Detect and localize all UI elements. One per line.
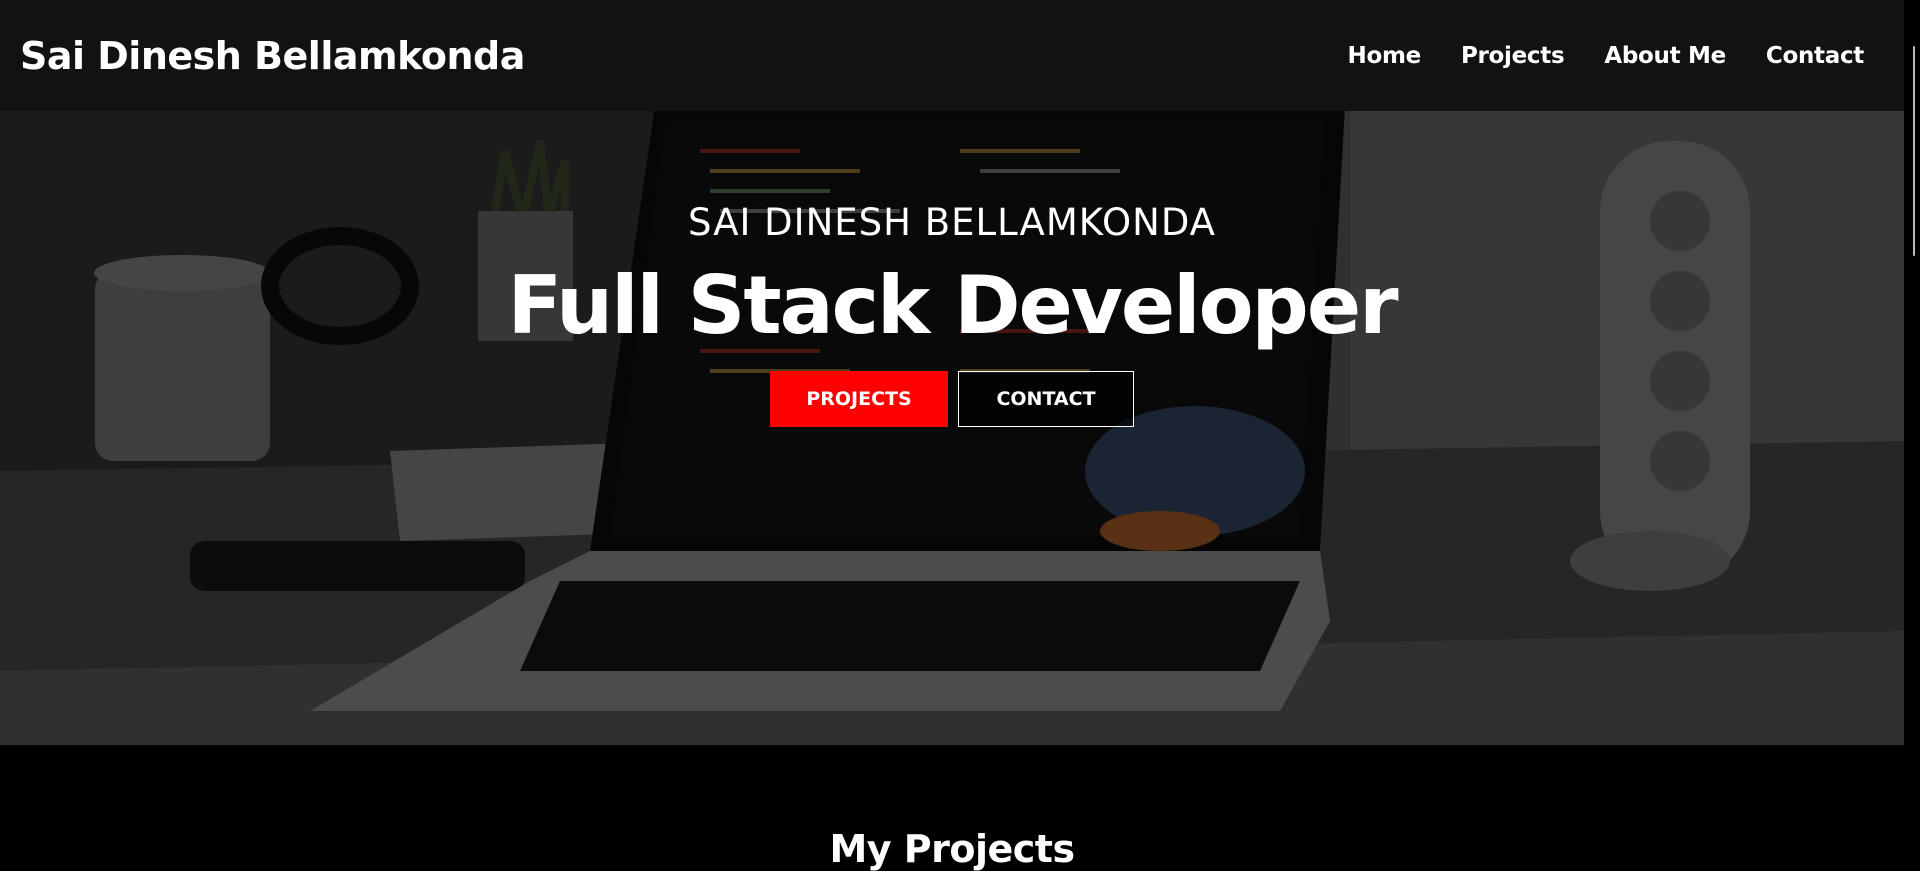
projects-heading: My Projects (829, 827, 1075, 871)
nav-item-home: Home (1348, 43, 1422, 69)
nav-item-about: About Me (1604, 43, 1726, 69)
contact-button[interactable]: CONTACT (958, 371, 1134, 427)
hero-section: SAI DINESH BELLAMKONDA Full Stack Develo… (0, 111, 1904, 745)
nav-item-contact: Contact (1766, 43, 1864, 69)
nav-link-about[interactable]: About Me (1604, 43, 1726, 69)
scrollbar-thumb[interactable] (1913, 46, 1915, 256)
navbar: Sai Dinesh Bellamkonda Home Projects Abo… (0, 0, 1904, 111)
nav-item-projects: Projects (1461, 43, 1565, 69)
brand-logo[interactable]: Sai Dinesh Bellamkonda (20, 34, 525, 78)
nav-link-home[interactable]: Home (1348, 43, 1422, 69)
nav-link-projects[interactable]: Projects (1461, 43, 1565, 69)
projects-button[interactable]: PROJECTS (770, 371, 948, 427)
page-scrollbar[interactable] (1904, 0, 1920, 871)
nav-link-contact[interactable]: Contact (1766, 43, 1864, 69)
hero-content: SAI DINESH BELLAMKONDA Full Stack Develo… (0, 201, 1904, 427)
hero-title: Full Stack Developer (507, 259, 1398, 352)
hero-buttons: PROJECTS CONTACT (0, 371, 1904, 427)
projects-section: My Projects (0, 745, 1904, 871)
nav-links: Home Projects About Me Contact (1348, 43, 1865, 69)
hero-name: SAI DINESH BELLAMKONDA (688, 201, 1216, 244)
